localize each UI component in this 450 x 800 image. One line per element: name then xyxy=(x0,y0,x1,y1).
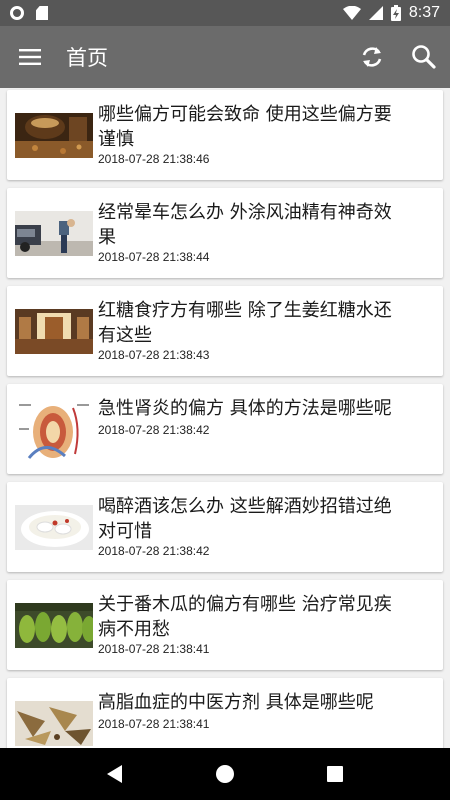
list-item[interactable]: 关于番木瓜的偏方有哪些 治疗常见疾病不用愁 2018-07-28 21:38:4… xyxy=(7,580,443,670)
hamburger-menu-icon xyxy=(19,49,41,65)
article-list: 哪些偏方可能会致命 使用这些偏方要谨慎 2018-07-28 21:38:46 … xyxy=(0,88,450,748)
article-title: 急性肾炎的偏方 具体的方法是哪些呢 xyxy=(98,398,392,419)
signal-icon xyxy=(368,6,383,20)
article-timestamp: 2018-07-28 21:38:46 xyxy=(98,152,210,166)
list-item[interactable]: 高脂血症的中医方剂 具体是哪些呢 2018-07-28 21:38:41 xyxy=(7,678,443,748)
article-thumbnail xyxy=(15,113,93,158)
page-title: 首页 xyxy=(66,46,108,70)
article-timestamp: 2018-07-28 21:38:41 xyxy=(98,642,210,656)
back-triangle-icon xyxy=(107,765,122,783)
list-item[interactable]: 哪些偏方可能会致命 使用这些偏方要谨慎 2018-07-28 21:38:46 xyxy=(7,90,443,180)
list-item[interactable]: 红糖食疗方有哪些 除了生姜红糖水还有这些 2018-07-28 21:38:43 xyxy=(7,286,443,376)
article-title: 哪些偏方可能会致命 使用这些偏方要谨慎 xyxy=(98,104,392,150)
search-icon xyxy=(412,45,436,69)
article-thumbnail xyxy=(15,398,93,464)
refresh-icon xyxy=(362,47,382,67)
article-timestamp: 2018-07-28 21:38:42 xyxy=(98,423,210,437)
home-button[interactable] xyxy=(195,748,255,800)
search-button[interactable] xyxy=(398,26,450,88)
article-title: 红糖食疗方有哪些 除了生姜红糖水还有这些 xyxy=(98,300,392,346)
list-item[interactable]: 急性肾炎的偏方 具体的方法是哪些呢 2018-07-28 21:38:42 xyxy=(7,384,443,474)
article-title: 喝醉酒该怎么办 这些解酒妙招错过绝对可惜 xyxy=(98,496,392,542)
article-title: 关于番木瓜的偏方有哪些 治疗常见疾病不用愁 xyxy=(98,594,392,640)
article-thumbnail xyxy=(15,603,93,648)
sd-card-icon xyxy=(36,6,48,20)
refresh-button[interactable] xyxy=(346,26,398,88)
battery-charging-icon xyxy=(390,5,401,21)
recents-button[interactable] xyxy=(305,748,365,800)
status-time: 8:37 xyxy=(408,4,440,21)
circle-notification-icon xyxy=(10,6,24,20)
wifi-icon xyxy=(342,6,361,20)
menu-button[interactable] xyxy=(0,26,60,88)
article-timestamp: 2018-07-28 21:38:44 xyxy=(98,250,210,264)
article-timestamp: 2018-07-28 21:38:41 xyxy=(98,717,210,731)
home-circle-icon xyxy=(216,765,234,783)
article-thumbnail xyxy=(15,701,93,746)
list-item[interactable]: 喝醉酒该怎么办 这些解酒妙招错过绝对可惜 2018-07-28 21:38:42 xyxy=(7,482,443,572)
article-thumbnail xyxy=(15,505,93,550)
back-button[interactable] xyxy=(85,748,145,800)
article-title: 高脂血症的中医方剂 具体是哪些呢 xyxy=(98,692,374,713)
article-timestamp: 2018-07-28 21:38:43 xyxy=(98,348,210,362)
recents-square-icon xyxy=(327,766,343,782)
article-thumbnail xyxy=(15,309,93,354)
app-bar: 首页 xyxy=(0,26,450,88)
article-timestamp: 2018-07-28 21:38:42 xyxy=(98,544,210,558)
list-item[interactable]: 经常晕车怎么办 外涂风油精有神奇效果 2018-07-28 21:38:44 xyxy=(7,188,443,278)
article-thumbnail xyxy=(15,211,93,256)
article-title: 经常晕车怎么办 外涂风油精有神奇效果 xyxy=(98,202,392,248)
status-bar: 8:37 xyxy=(0,0,450,26)
navigation-bar xyxy=(0,748,450,800)
